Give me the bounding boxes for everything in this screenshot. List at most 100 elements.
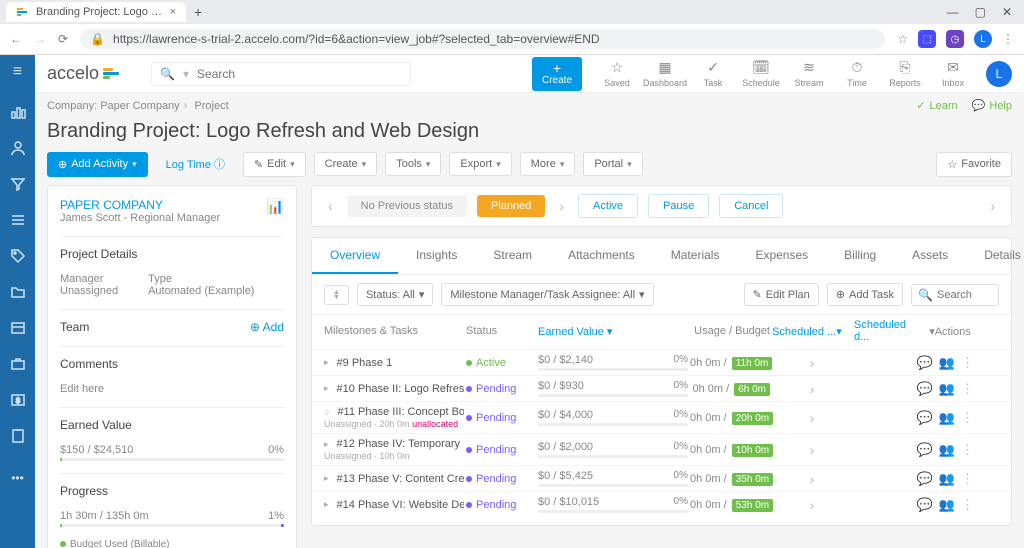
comments-input[interactable]: Edit here — [60, 383, 284, 395]
col-sched2[interactable]: Scheduled d... — [854, 319, 924, 343]
scheduled-cell[interactable]: › — [772, 471, 852, 487]
row-menu-icon[interactable]: ⋮ — [961, 381, 974, 397]
assignee-icon[interactable]: 👥 — [939, 442, 955, 458]
extension-icon[interactable]: ⬚ — [918, 30, 936, 48]
assignee-icon[interactable]: 👥 — [939, 410, 955, 426]
browser-tab[interactable]: Branding Project: Logo Refresh a... × — [6, 2, 186, 22]
learn-link[interactable]: ✓ Learn — [916, 99, 957, 112]
tab-materials[interactable]: Materials — [653, 238, 738, 274]
milestone-search-input[interactable] — [937, 289, 992, 301]
tab-overview[interactable]: Overview — [312, 238, 398, 274]
expand-icon[interactable]: ▸ — [324, 357, 329, 368]
filter-icon[interactable] — [9, 175, 27, 193]
expand-icon[interactable]: ▸ — [324, 383, 329, 394]
sort-toggle[interactable]: ▲▼ — [324, 285, 349, 305]
case-icon[interactable] — [9, 355, 27, 373]
scheduled-cell[interactable]: › — [772, 442, 852, 458]
breadcrumb-project[interactable]: Project — [180, 100, 229, 112]
scheduled-cell[interactable]: › — [772, 355, 852, 371]
scheduled-cell[interactable]: › — [772, 497, 852, 513]
tab-expenses[interactable]: Expenses — [737, 238, 826, 274]
bookmark-star-icon[interactable]: ☆ — [897, 32, 908, 46]
row-menu-icon[interactable]: ⋮ — [961, 471, 974, 487]
team-add-button[interactable]: ⊕ Add — [250, 320, 284, 334]
browser-menu-icon[interactable]: ⋮ — [1002, 32, 1014, 46]
menu-icon[interactable]: ≡ — [13, 63, 22, 81]
tab-close-icon[interactable]: × — [170, 6, 176, 18]
log-time-link[interactable]: Log Time ⓘ — [156, 151, 235, 177]
favorite-button[interactable]: ☆ Favorite — [936, 152, 1012, 177]
reports-action[interactable]: ⎘Reports — [882, 60, 928, 88]
assignee-icon[interactable]: 👥 — [939, 355, 955, 371]
schedule-action[interactable]: 🗓Schedule — [738, 60, 784, 88]
forward-icon[interactable]: → — [34, 32, 46, 46]
table-row[interactable]: ▸#10 Phase II: Logo Refresh Pending $0 /… — [312, 375, 1011, 401]
table-row[interactable]: ▸#13 Phase V: Content Creati... Pending … — [312, 465, 1011, 491]
folder-icon[interactable] — [9, 283, 27, 301]
create-dropdown[interactable]: Create — [314, 152, 378, 176]
col-earned[interactable]: Earned Value ▾ — [538, 325, 688, 338]
status-option-cancel[interactable]: Cancel — [719, 194, 783, 218]
back-icon[interactable]: ← — [10, 32, 22, 46]
company-name[interactable]: PAPER COMPANY — [60, 198, 267, 212]
create-button[interactable]: + Create — [532, 57, 582, 91]
chart-icon[interactable] — [9, 103, 27, 121]
window-minimize-icon[interactable]: — — [947, 5, 959, 19]
layers-icon[interactable] — [9, 211, 27, 229]
status-option-active[interactable]: Active — [578, 194, 638, 218]
window-close-icon[interactable]: ✕ — [1002, 5, 1012, 19]
assignee-icon[interactable]: 👥 — [939, 381, 955, 397]
tag-icon[interactable] — [9, 247, 27, 265]
expand-icon[interactable]: ▸ — [324, 473, 329, 484]
table-row[interactable]: ▸#9 Phase 1 Active $0 / $2,1400% 0h 0m /… — [312, 349, 1011, 375]
dollar-icon[interactable]: $ — [9, 391, 27, 409]
comment-icon[interactable]: 💬 — [917, 442, 933, 458]
status-filter[interactable]: Status: All ▾ — [357, 283, 433, 306]
edit-button[interactable]: ✎ Edit — [243, 152, 306, 177]
col-sched1[interactable]: Scheduled ...▾ — [772, 325, 852, 338]
edit-plan-button[interactable]: ✎ Edit Plan — [744, 283, 819, 306]
row-menu-icon[interactable]: ⋮ — [961, 355, 974, 371]
add-task-button[interactable]: ⊕ Add Task — [827, 283, 903, 306]
user-icon[interactable] — [9, 139, 27, 157]
assignee-icon[interactable]: 👥 — [939, 471, 955, 487]
portal-dropdown[interactable]: Portal — [583, 152, 642, 176]
tab-details[interactable]: Details — [966, 238, 1024, 274]
row-menu-icon[interactable]: ⋮ — [961, 497, 974, 513]
url-input[interactable]: 🔒 https://lawrence-s-trial-2.accelo.com/… — [80, 29, 885, 49]
comment-icon[interactable]: 💬 — [917, 497, 933, 513]
comment-icon[interactable]: 💬 — [917, 410, 933, 426]
window-maximize-icon[interactable]: ▢ — [975, 5, 986, 19]
status-option-pause[interactable]: Pause — [648, 194, 709, 218]
assignee-filter[interactable]: Milestone Manager/Task Assignee: All ▾ — [441, 283, 653, 306]
clipboard-icon[interactable] — [9, 427, 27, 445]
stream-action[interactable]: ≋Stream — [786, 60, 832, 88]
comment-icon[interactable]: 💬 — [917, 471, 933, 487]
status-next-icon[interactable]: › — [555, 198, 568, 214]
tab-assets[interactable]: Assets — [894, 238, 966, 274]
dashboard-action[interactable]: ▦Dashboard — [642, 60, 688, 88]
more-icon[interactable]: ••• — [9, 469, 27, 487]
global-search[interactable]: 🔍 ▾ — [151, 62, 411, 86]
time-action[interactable]: ⏱Time — [834, 60, 880, 88]
user-avatar[interactable]: L — [986, 61, 1012, 87]
tab-insights[interactable]: Insights — [398, 238, 475, 274]
row-menu-icon[interactable]: ⋮ — [961, 410, 974, 426]
status-right-chevron-icon[interactable]: › — [986, 198, 999, 214]
expand-icon[interactable]: ▸ — [324, 439, 329, 450]
company-contact[interactable]: James Scott - Regional Manager — [60, 212, 267, 224]
breadcrumb-company[interactable]: Company: Paper Company — [47, 100, 180, 112]
extension-icon[interactable]: ◷ — [946, 30, 964, 48]
inbox-action[interactable]: ✉Inbox — [930, 60, 976, 88]
comment-icon[interactable]: 💬 — [917, 381, 933, 397]
new-tab-button[interactable]: + — [194, 4, 202, 20]
milestone-search[interactable]: 🔍 — [911, 284, 999, 306]
comment-icon[interactable]: 💬 — [917, 355, 933, 371]
help-link[interactable]: 💬 Help — [972, 99, 1012, 112]
tab-billing[interactable]: Billing — [826, 238, 894, 274]
scheduled-cell[interactable]: › — [772, 410, 852, 426]
export-dropdown[interactable]: Export — [449, 152, 511, 176]
browser-profile-avatar[interactable]: L — [974, 30, 992, 48]
expand-icon[interactable]: ▸ — [324, 499, 329, 510]
scheduled-cell[interactable]: › — [772, 381, 852, 397]
